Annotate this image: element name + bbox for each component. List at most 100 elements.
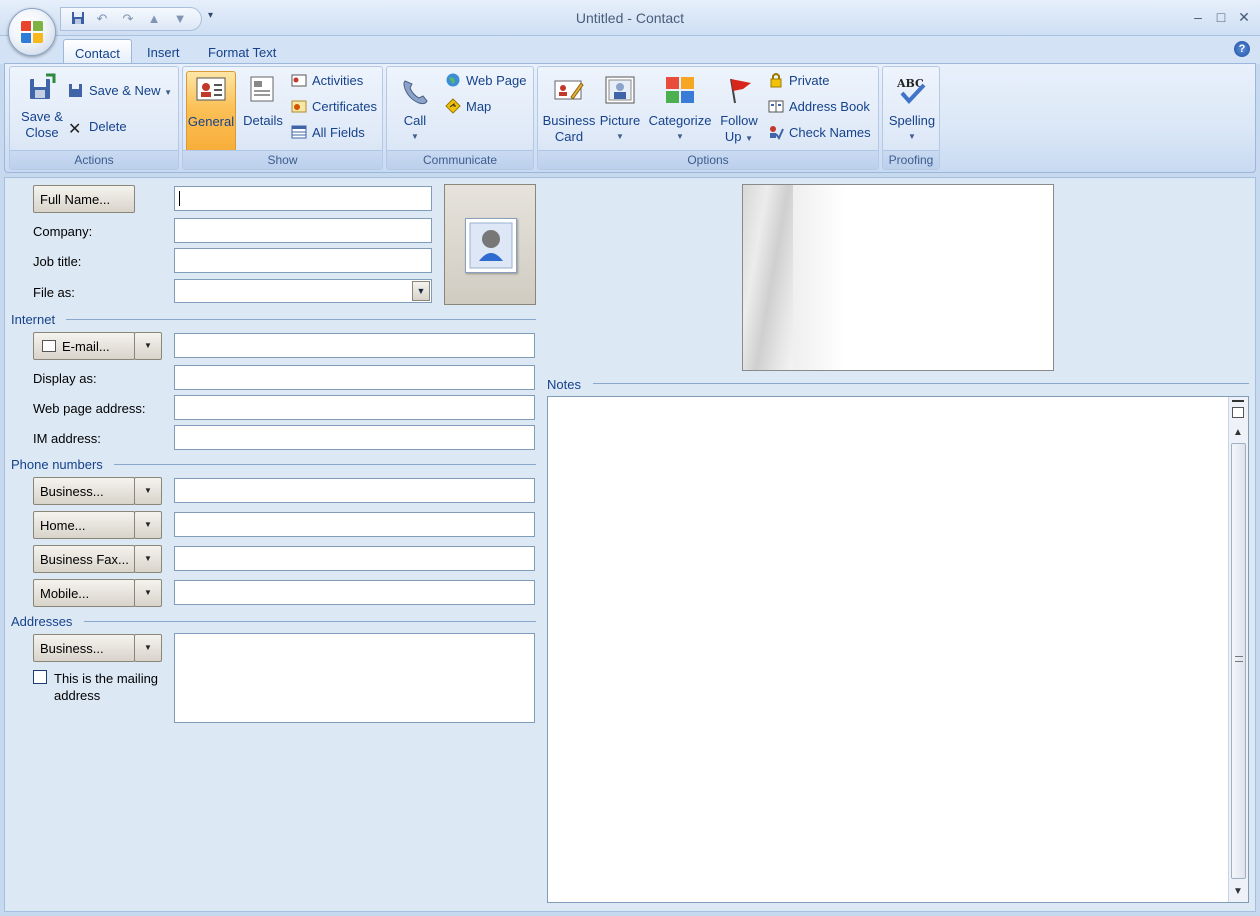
group-communicate: Call ▼ Web Page Map Communicate — [386, 66, 534, 170]
spelling-button[interactable]: ABC Spelling ▼ — [885, 71, 939, 153]
email-button[interactable]: E-mail... — [33, 332, 135, 360]
group-actions: Save & Close Save & New ▼ ✕ Delete Action… — [9, 66, 179, 170]
company-input[interactable] — [174, 218, 432, 243]
check-names-icon — [768, 124, 784, 140]
group-label-show: Show — [183, 150, 382, 169]
business-card-image-placeholder — [743, 185, 793, 370]
tab-format-text[interactable]: Format Text — [197, 39, 287, 64]
phone-mobile-input[interactable] — [174, 580, 535, 605]
text-cursor — [179, 191, 180, 206]
save-new-button[interactable]: Save & New ▼ — [68, 81, 172, 101]
address-business-button[interactable]: Business... — [33, 634, 135, 662]
picture-icon — [604, 75, 636, 107]
map-button[interactable]: Map — [445, 97, 491, 117]
chevron-down-icon: ▼ — [908, 132, 916, 141]
phone-business-fax-input[interactable] — [174, 546, 535, 571]
title-bar: ↶ ↷ ▲ ▼ ▾ Untitled - Contact – □ ✕ — [0, 0, 1260, 36]
delete-button[interactable]: ✕ Delete — [68, 117, 127, 138]
phone-business-fax-button[interactable]: Business Fax... — [33, 545, 135, 573]
add-contact-picture-button[interactable] — [444, 184, 536, 305]
scroll-down-icon[interactable]: ▼ — [1233, 886, 1243, 897]
map-icon — [445, 98, 461, 114]
ruler-icon[interactable] — [1232, 407, 1244, 418]
scroll-up-icon[interactable]: ▲ — [1233, 427, 1243, 438]
chevron-down-icon: ▼ — [144, 341, 152, 350]
internet-section-header: Internet — [11, 312, 56, 327]
spelling-icon: ABC — [896, 75, 928, 107]
details-button[interactable]: Details — [239, 71, 287, 153]
tab-insert[interactable]: Insert — [136, 39, 191, 64]
display-as-input[interactable] — [174, 365, 535, 390]
flag-icon — [723, 75, 755, 107]
phone-business-dropdown[interactable]: ▼ — [134, 477, 162, 505]
file-as-select[interactable]: ▼ — [174, 279, 432, 303]
web-page-button[interactable]: Web Page — [445, 71, 526, 91]
phone-business-fax-dropdown[interactable]: ▼ — [134, 545, 162, 573]
ribbon-tabs: Contact Insert Format Text ? — [0, 36, 1260, 64]
restore-button[interactable]: □ — [1211, 8, 1231, 26]
phone-business-button[interactable]: Business... — [33, 477, 135, 505]
phone-mobile-dropdown[interactable]: ▼ — [134, 579, 162, 607]
chevron-down-icon: ▼ — [411, 132, 419, 141]
chevron-down-icon: ▼ — [745, 134, 754, 143]
details-icon — [247, 75, 279, 107]
minimize-button[interactable]: – — [1188, 8, 1208, 26]
email-input[interactable] — [174, 333, 535, 358]
web-page-address-label: Web page address: — [33, 401, 146, 416]
follow-up-button[interactable]: Follow Up ▼ — [716, 71, 762, 153]
address-book-icon — [768, 98, 784, 114]
im-address-input[interactable] — [174, 425, 535, 450]
split-icon[interactable] — [1232, 400, 1244, 402]
address-book-icon — [42, 340, 56, 352]
certificates-icon — [291, 98, 307, 114]
private-button[interactable]: Private — [768, 71, 829, 91]
chevron-down-icon: ▼ — [144, 486, 152, 495]
scroll-thumb[interactable] — [1231, 443, 1246, 879]
chevron-down-icon: ▼ — [144, 643, 152, 652]
full-name-input[interactable] — [174, 186, 432, 211]
notes-scrollbar[interactable]: ▲ ▼ — [1228, 397, 1248, 902]
mailing-address-checkbox[interactable] — [33, 670, 47, 684]
group-label-actions: Actions — [10, 150, 178, 169]
check-names-button[interactable]: Check Names — [768, 123, 871, 143]
help-icon[interactable]: ? — [1234, 41, 1250, 57]
phone-mobile-button[interactable]: Mobile... — [33, 579, 135, 607]
certificates-button[interactable]: Certificates — [291, 97, 377, 117]
all-fields-icon — [291, 124, 307, 140]
section-divider — [84, 621, 536, 622]
full-name-button[interactable]: Full Name... — [33, 185, 135, 213]
call-button[interactable]: Call ▼ — [393, 71, 437, 153]
activities-button[interactable]: Activities — [291, 71, 363, 91]
chevron-down-icon: ▼ — [676, 132, 684, 141]
group-label-options: Options — [538, 150, 878, 169]
email-type-dropdown[interactable]: ▼ — [134, 332, 162, 360]
picture-button[interactable]: Picture ▼ — [598, 71, 642, 153]
job-title-input[interactable] — [174, 248, 432, 273]
office-button[interactable] — [8, 8, 56, 56]
all-fields-button[interactable]: All Fields — [291, 123, 365, 143]
notes-textarea[interactable]: ▲ ▼ — [547, 396, 1249, 903]
chevron-down-icon: ▼ — [144, 554, 152, 563]
categorize-button[interactable]: Categorize ▼ — [646, 71, 714, 153]
web-page-address-input[interactable] — [174, 395, 535, 420]
phone-home-input[interactable] — [174, 512, 535, 537]
chevron-down-icon[interactable]: ▼ — [412, 281, 430, 301]
tab-contact[interactable]: Contact — [63, 39, 132, 64]
address-textarea[interactable] — [174, 633, 535, 723]
section-divider — [66, 319, 536, 320]
group-proofing: ABC Spelling ▼ Proofing — [882, 66, 940, 170]
phone-business-input[interactable] — [174, 478, 535, 503]
address-book-button[interactable]: Address Book — [768, 97, 870, 117]
close-button[interactable]: ✕ — [1234, 8, 1254, 26]
chevron-down-icon: ▼ — [164, 88, 173, 97]
job-title-label: Job title: — [33, 254, 82, 269]
phone-home-button[interactable]: Home... — [33, 511, 135, 539]
group-label-communicate: Communicate — [387, 150, 533, 169]
address-type-dropdown[interactable]: ▼ — [134, 634, 162, 662]
phone-home-dropdown[interactable]: ▼ — [134, 511, 162, 539]
general-button[interactable]: General — [186, 71, 236, 153]
business-card-button[interactable]: Business Card — [542, 71, 596, 153]
company-label: Company: — [33, 224, 93, 239]
save-close-button[interactable]: Save & Close — [14, 71, 70, 151]
lock-icon — [768, 72, 784, 88]
